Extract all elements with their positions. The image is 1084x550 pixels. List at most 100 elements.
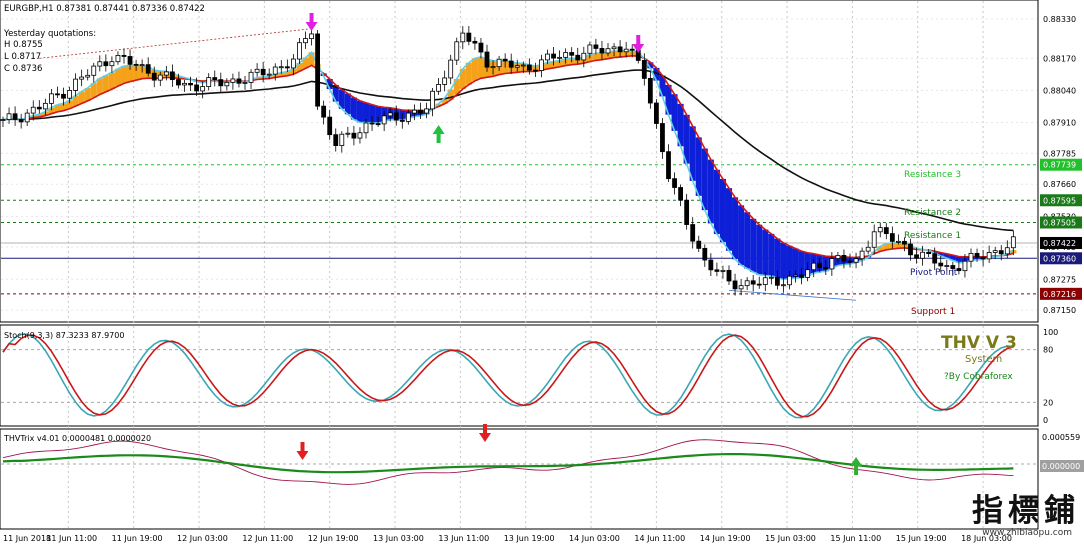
candle-body[interactable] bbox=[896, 240, 901, 243]
candle-body[interactable] bbox=[1004, 247, 1010, 255]
candle-body[interactable] bbox=[853, 258, 859, 263]
candle-body[interactable] bbox=[18, 118, 24, 123]
candle-body[interactable] bbox=[0, 119, 6, 121]
candle-body[interactable] bbox=[405, 112, 411, 122]
candle-body[interactable] bbox=[847, 260, 853, 263]
candle-body[interactable] bbox=[12, 113, 18, 120]
candle-body[interactable] bbox=[387, 112, 393, 117]
candle-body[interactable] bbox=[980, 256, 986, 260]
candle-body[interactable] bbox=[871, 231, 877, 248]
candle-body[interactable] bbox=[42, 102, 48, 110]
candle-body[interactable] bbox=[865, 246, 871, 252]
candle-body[interactable] bbox=[393, 112, 399, 121]
candle-body[interactable] bbox=[1010, 236, 1016, 249]
candle-body[interactable] bbox=[775, 276, 780, 286]
candle-body[interactable] bbox=[91, 65, 97, 76]
candle-body[interactable] bbox=[563, 52, 569, 58]
candle-body[interactable] bbox=[654, 102, 659, 124]
candle-body[interactable] bbox=[127, 56, 133, 65]
candle-body[interactable] bbox=[514, 65, 520, 68]
candle-body[interactable] bbox=[194, 84, 200, 92]
candle-body[interactable] bbox=[436, 84, 442, 92]
candle-body[interactable] bbox=[526, 64, 532, 71]
candle-body[interactable] bbox=[962, 260, 968, 272]
candle-body[interactable] bbox=[49, 93, 54, 104]
candle-body[interactable] bbox=[411, 109, 417, 114]
main-panel[interactable] bbox=[0, 0, 1039, 323]
candle-body[interactable] bbox=[151, 72, 157, 81]
candle-body[interactable] bbox=[36, 106, 42, 110]
candle-body[interactable] bbox=[79, 76, 85, 80]
candle-body[interactable] bbox=[914, 254, 919, 259]
chart-window[interactable]: 0.88330 0.88170 0.88040 0.87910 0.87785 0.876… bbox=[0, 0, 1084, 546]
candle-body[interactable] bbox=[188, 82, 193, 86]
candle-body[interactable] bbox=[750, 280, 756, 285]
candle-body[interactable] bbox=[442, 77, 448, 85]
candle-body[interactable] bbox=[793, 274, 798, 277]
candle-body[interactable] bbox=[859, 250, 865, 260]
candle-body[interactable] bbox=[684, 199, 690, 225]
candle-body[interactable] bbox=[956, 268, 962, 272]
candle-body[interactable] bbox=[841, 255, 847, 262]
candle-body[interactable] bbox=[399, 119, 405, 122]
candle-body[interactable] bbox=[968, 252, 974, 262]
candle-body[interactable] bbox=[835, 255, 841, 259]
candle-body[interactable] bbox=[73, 78, 78, 91]
candle-body[interactable] bbox=[926, 251, 932, 255]
candle-body[interactable] bbox=[103, 61, 109, 67]
candle-body[interactable] bbox=[508, 60, 514, 68]
candle-body[interactable] bbox=[278, 66, 284, 69]
candle-body[interactable] bbox=[242, 82, 248, 84]
candle-body[interactable] bbox=[829, 258, 835, 270]
candle-body[interactable] bbox=[611, 46, 617, 50]
candle-body[interactable] bbox=[85, 74, 91, 78]
candle-body[interactable] bbox=[254, 68, 260, 73]
candle-body[interactable] bbox=[708, 259, 714, 271]
candle-body[interactable] bbox=[333, 134, 339, 147]
candle-body[interactable] bbox=[375, 123, 381, 126]
candle-body[interactable] bbox=[617, 46, 623, 53]
candle-body[interactable] bbox=[206, 77, 212, 87]
candle-body[interactable] bbox=[641, 60, 647, 79]
candle-body[interactable] bbox=[169, 71, 175, 81]
candle-body[interactable] bbox=[672, 178, 677, 188]
candle-body[interactable] bbox=[545, 53, 550, 61]
candle-body[interactable] bbox=[176, 79, 181, 86]
candle-body[interactable] bbox=[883, 227, 889, 234]
candle-body[interactable] bbox=[889, 233, 895, 242]
candle-body[interactable] bbox=[30, 106, 36, 114]
candle-body[interactable] bbox=[551, 53, 556, 59]
candle-body[interactable] bbox=[986, 252, 992, 260]
candle-body[interactable] bbox=[24, 112, 30, 123]
candle-body[interactable] bbox=[623, 48, 629, 53]
chart-canvas[interactable]: 0.88330 0.88170 0.88040 0.87910 0.87785 0.876… bbox=[0, 0, 1084, 546]
candle-body[interactable] bbox=[787, 275, 792, 286]
candle-body[interactable] bbox=[454, 41, 460, 61]
candle-body[interactable] bbox=[581, 52, 587, 61]
candle-body[interactable] bbox=[490, 66, 496, 69]
candle-body[interactable] bbox=[762, 277, 768, 285]
candle-body[interactable] bbox=[932, 253, 938, 264]
candle-body[interactable] bbox=[157, 74, 163, 81]
candle-body[interactable] bbox=[248, 71, 254, 83]
candle-body[interactable] bbox=[460, 32, 466, 43]
candle-body[interactable] bbox=[823, 267, 829, 270]
candle-body[interactable] bbox=[369, 122, 375, 125]
candle-body[interactable] bbox=[817, 262, 823, 268]
candle-body[interactable] bbox=[97, 61, 103, 67]
candle-body[interactable] bbox=[811, 262, 817, 271]
candle-body[interactable] bbox=[678, 187, 683, 201]
candle-body[interactable] bbox=[484, 51, 490, 68]
candle-body[interactable] bbox=[720, 269, 726, 272]
candle-body[interactable] bbox=[266, 73, 272, 76]
candle-body[interactable] bbox=[145, 64, 151, 74]
candle-body[interactable] bbox=[520, 64, 526, 67]
candle-body[interactable] bbox=[357, 132, 363, 139]
candle-body[interactable] bbox=[799, 274, 804, 278]
candle-body[interactable] bbox=[744, 280, 750, 287]
candle-body[interactable] bbox=[702, 247, 708, 261]
candle-body[interactable] bbox=[805, 269, 811, 278]
candle-body[interactable] bbox=[496, 58, 502, 68]
candle-body[interactable] bbox=[660, 123, 665, 153]
candle-body[interactable] bbox=[345, 132, 351, 135]
